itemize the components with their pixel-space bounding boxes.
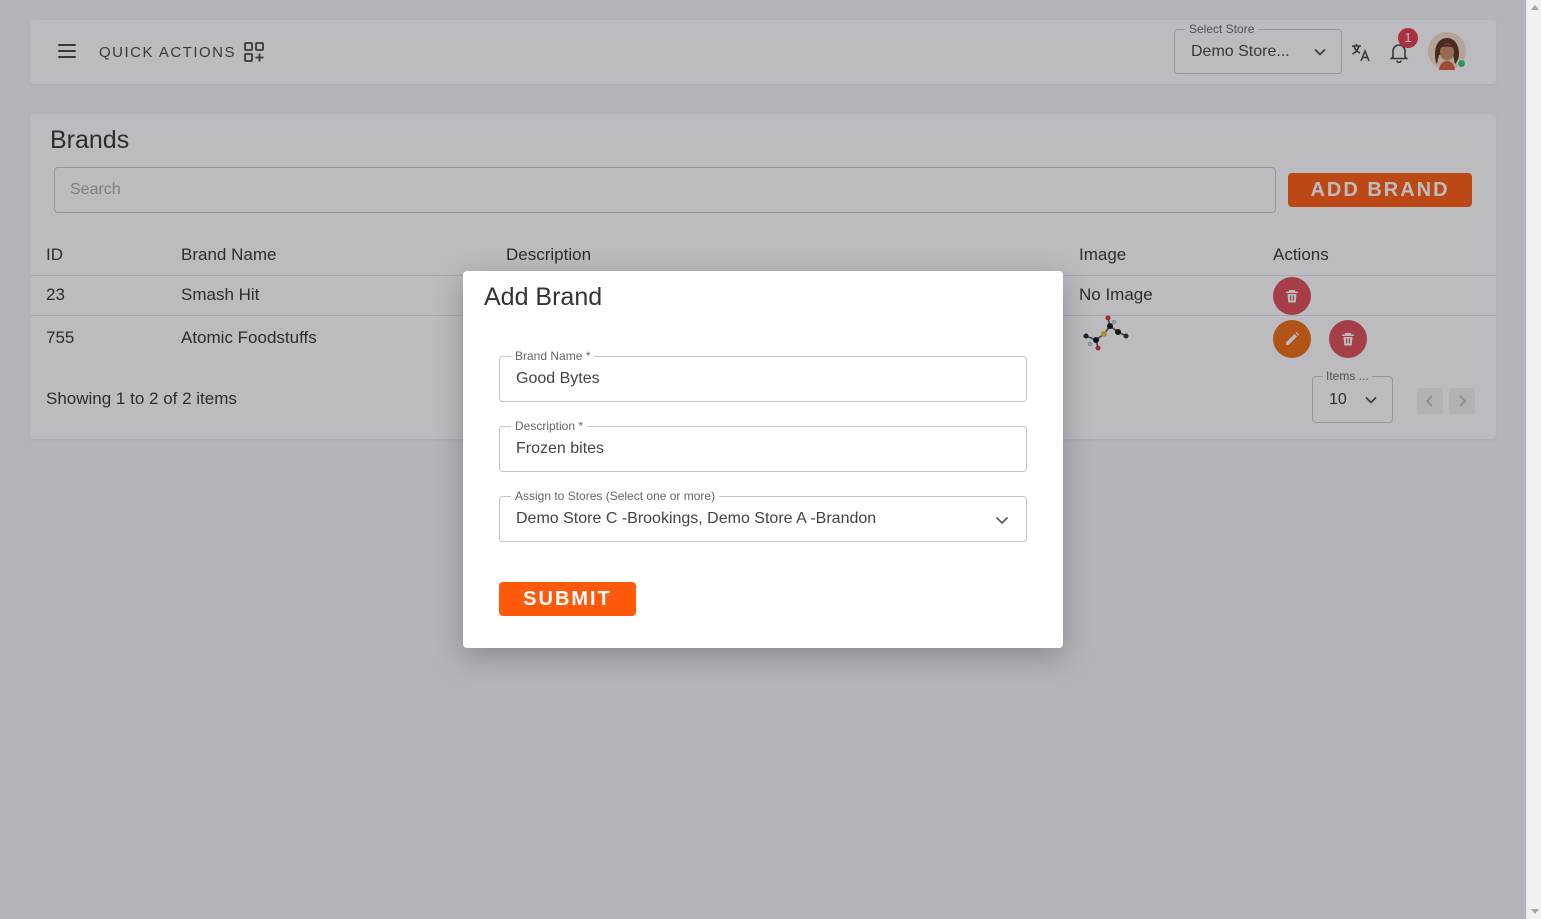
description-field[interactable]: Description * Frozen bites bbox=[499, 419, 1027, 472]
assign-stores-label: Assign to Stores (Select one or more) bbox=[511, 489, 720, 503]
page-scrollbar[interactable] bbox=[1526, 0, 1541, 919]
assign-stores-value: Demo Store C -Brookings, Demo Store A -B… bbox=[516, 510, 877, 527]
description-label: Description * bbox=[511, 419, 588, 433]
add-brand-dialog: Add Brand Brand Name * Good Bytes Descri… bbox=[463, 271, 1063, 648]
scroll-up-icon[interactable] bbox=[1531, 5, 1539, 10]
assign-stores-select[interactable]: Assign to Stores (Select one or more) De… bbox=[499, 489, 1027, 542]
submit-button[interactable]: SUBMIT bbox=[499, 582, 636, 616]
description-value: Frozen bites bbox=[516, 440, 605, 457]
dialog-title: Add Brand bbox=[484, 283, 603, 311]
brand-name-value: Good Bytes bbox=[516, 370, 600, 387]
chevron-down-icon bbox=[995, 516, 1009, 525]
scroll-down-icon[interactable] bbox=[1531, 909, 1539, 914]
brand-name-field[interactable]: Brand Name * Good Bytes bbox=[499, 349, 1027, 402]
brand-name-label: Brand Name * bbox=[511, 349, 595, 363]
